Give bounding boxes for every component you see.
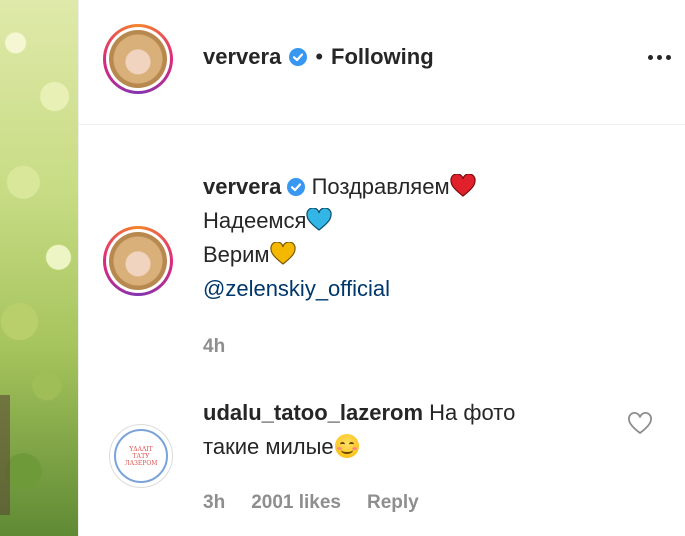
smiling-face-emoji-icon [334,434,359,458]
tree-trunk [0,395,10,515]
comment-username[interactable]: udalu_tatoo_lazerom [203,400,423,425]
mention-link[interactable]: @zelenskiy_official [203,276,390,301]
comment: udalu_tatoo_lazerom На фото такие милые [203,396,623,464]
header-username[interactable]: ververa [203,44,281,70]
commenter-logo: ΥΔΑΛΙΤ ТАТУ ЛАЗЕРОМ [114,429,168,483]
verified-badge-icon [289,48,308,66]
avatar-photo [109,30,167,88]
caption-username[interactable]: ververa [203,174,281,199]
caption-text-line3: Верим [203,242,270,267]
comment-timestamp[interactable]: 3h [203,492,225,514]
red-heart-icon [449,174,476,197]
caption-avatar[interactable] [103,226,173,296]
caption-text-line2: Надеемся [203,208,307,233]
post-side-panel: ververa • Following ververa Поздравляем … [78,0,685,536]
following-button[interactable]: Following [331,44,434,70]
verified-badge-icon [287,178,306,196]
blue-heart-icon [306,208,333,231]
post-header: ververa • Following [79,0,685,125]
yellow-heart-icon [269,242,296,265]
avatar-photo [109,232,167,290]
author-avatar[interactable] [103,24,173,94]
caption-timestamp[interactable]: 4h [203,336,225,357]
caption: ververa Поздравляем Надеемся Верим @zele… [203,170,476,306]
commenter-avatar[interactable]: ΥΔΑΛΙΤ ТАТУ ЛАЗЕРОМ [109,424,173,488]
more-options-icon[interactable] [641,42,677,72]
reply-button[interactable]: Reply [367,492,419,514]
header-separator: • [315,44,324,69]
post-image [0,0,78,536]
caption-text-line1: Поздравляем [311,174,450,199]
comment-text-line2: такие милые [203,434,334,459]
comment-text-line1: На фото [429,400,516,425]
like-heart-icon[interactable] [627,412,653,436]
comment-likes-count[interactable]: 2001 likes [251,492,341,514]
